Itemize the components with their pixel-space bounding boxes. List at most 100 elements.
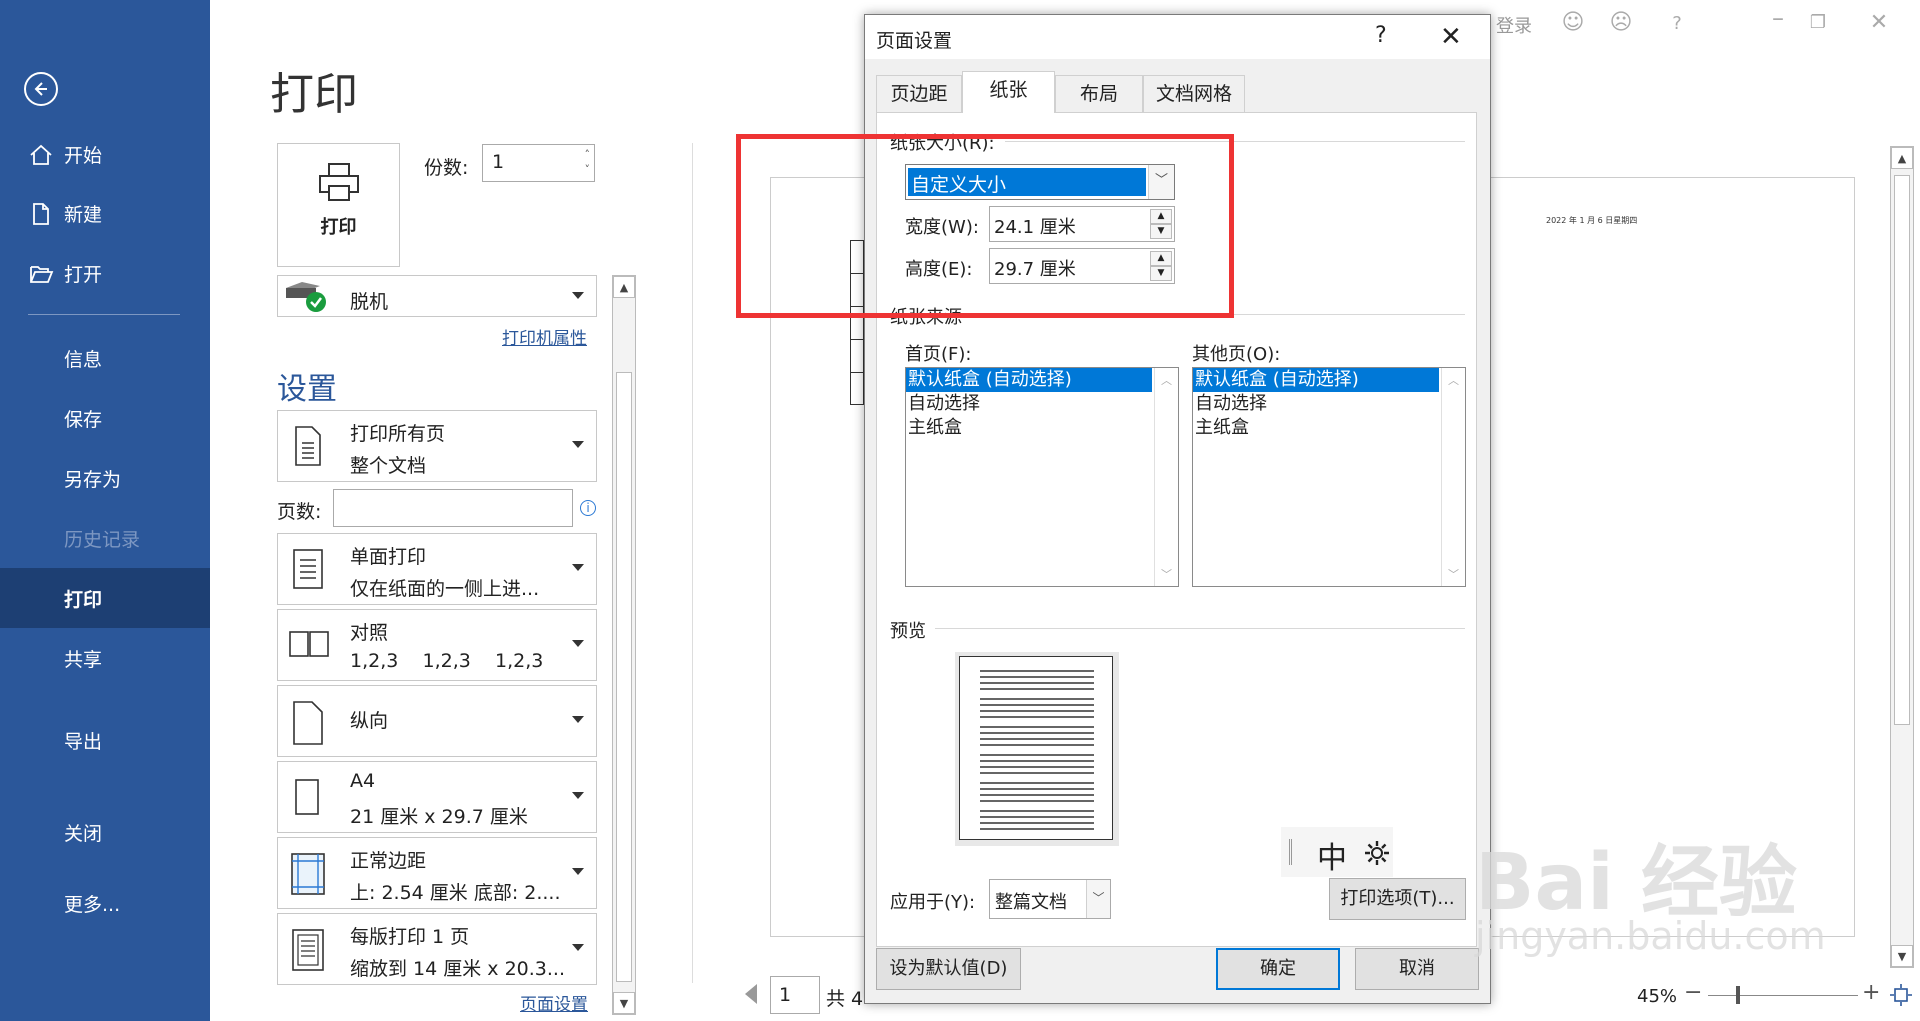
settings-scrollbar[interactable]: ▲ ▼ xyxy=(612,275,636,1015)
printer-select[interactable]: 脱机 xyxy=(277,275,597,317)
chevron-up-icon[interactable]: ︿ xyxy=(1161,372,1172,388)
spin-arrows-icon[interactable]: ▲ ▼ xyxy=(1150,209,1172,239)
other-pages-label: 其他页(O): xyxy=(1192,344,1281,365)
list-item[interactable]: 默认纸盒 (自动选择) xyxy=(906,368,1152,392)
restore-icon[interactable]: ❐ xyxy=(1805,12,1831,38)
close-window-icon[interactable]: ✕ xyxy=(1866,10,1892,36)
chevron-up-icon[interactable]: ︿ xyxy=(1448,372,1459,388)
nav-item-history: 历史记录 xyxy=(0,508,210,568)
scrollbar-thumb[interactable] xyxy=(1894,175,1910,725)
back-arrow-icon[interactable] xyxy=(24,72,58,106)
print-button[interactable]: 打印 xyxy=(277,143,400,267)
width-stepper[interactable]: 24.1 厘米 ▲ ▼ xyxy=(989,206,1175,242)
chevron-down-icon[interactable]: ﹀ xyxy=(1086,880,1110,918)
nav-item-more[interactable]: 更多... xyxy=(0,873,210,933)
ime-mode-toggle[interactable]: 中 xyxy=(1317,833,1347,877)
nav-item-close[interactable]: 关闭 xyxy=(0,802,210,862)
scrollbar-thumb[interactable] xyxy=(616,372,632,982)
apply-to-combo[interactable]: 整篇文档 ﹀ xyxy=(989,879,1111,919)
nav-item-info[interactable]: 信息 xyxy=(0,328,210,388)
dialog-titlebar[interactable]: 页面设置 ? ✕ xyxy=(865,15,1490,59)
setting-line1: 打印所有页 xyxy=(350,423,446,445)
previous-page-icon[interactable] xyxy=(745,984,757,1004)
page-number-input[interactable]: 1 xyxy=(770,976,820,1014)
collate-select[interactable]: 对照 1,2,3 1,2,3 1,2,3 xyxy=(277,609,597,681)
nav-item-open[interactable]: 打开 xyxy=(0,243,210,303)
zoom-in-icon[interactable]: + xyxy=(1862,980,1880,1005)
nav-item-home[interactable]: 开始 xyxy=(0,124,210,184)
scroll-down-icon[interactable]: ▼ xyxy=(613,992,635,1014)
scroll-up-icon[interactable]: ▲ xyxy=(1891,147,1913,169)
zoom-slider-track[interactable] xyxy=(1708,995,1858,996)
gear-icon[interactable] xyxy=(1363,839,1391,867)
list-item[interactable]: 默认纸盒 (自动选择) xyxy=(1193,368,1439,392)
print-range-select[interactable]: 打印所有页 整个文档 xyxy=(277,410,597,482)
duplex-select[interactable]: 单面打印 仅在纸面的一侧上进... xyxy=(277,533,597,605)
paper-size-label: 纸张大小(R): xyxy=(890,133,995,154)
nav-item-label: 开始 xyxy=(64,144,103,167)
list-item[interactable]: 自动选择 xyxy=(906,392,1178,416)
margins-icon xyxy=(291,853,325,895)
other-pages-tray-list[interactable]: 默认纸盒 (自动选择) 自动选择 主纸盒 ︿ ﹀ xyxy=(1192,367,1466,587)
minimize-icon[interactable]: – xyxy=(1765,4,1791,32)
frown-icon[interactable]: ☹ xyxy=(1608,10,1634,36)
fit-to-page-icon[interactable] xyxy=(1890,984,1912,1006)
nav-item-new[interactable]: 新建 xyxy=(0,183,210,243)
height-value: 29.7 厘米 xyxy=(994,259,1076,280)
nav-item-print[interactable]: 打印 xyxy=(0,568,210,628)
help-icon[interactable]: ? xyxy=(1664,13,1690,39)
scroll-up-icon[interactable]: ▲ xyxy=(613,276,635,298)
height-stepper[interactable]: 29.7 厘米 ▲ ▼ xyxy=(989,248,1175,284)
orientation-select[interactable]: 纵向 xyxy=(277,685,597,757)
close-icon[interactable]: ✕ xyxy=(1440,22,1462,52)
tab-paper[interactable]: 纸张 xyxy=(962,71,1055,113)
nav-item-share[interactable]: 共享 xyxy=(0,628,210,688)
tab-margins[interactable]: 页边距 xyxy=(876,75,962,113)
spin-arrows-icon[interactable]: ▲ ▼ xyxy=(1150,251,1172,281)
copies-spin-icon[interactable]: ˄ ˅ xyxy=(585,147,591,177)
help-icon[interactable]: ? xyxy=(1375,23,1387,48)
copies-stepper[interactable]: 1 ˄ ˅ xyxy=(482,144,595,182)
tab-doc-grid[interactable]: 文档网格 xyxy=(1143,75,1245,113)
cancel-button[interactable]: 取消 xyxy=(1355,948,1479,990)
chevron-down-icon[interactable]: ﹀ xyxy=(1148,165,1174,199)
page-setup-link[interactable]: 页面设置 xyxy=(520,990,588,1015)
zoom-level[interactable]: 45% xyxy=(1637,986,1677,1007)
setting-line2: 仅在纸面的一侧上进... xyxy=(350,578,540,600)
home-icon xyxy=(28,142,54,168)
chevron-down-icon[interactable]: ﹀ xyxy=(1161,566,1172,582)
list-scrollbar[interactable]: ︿ ﹀ xyxy=(1154,368,1178,586)
margins-select[interactable]: 正常边距 上: 2.54 厘米 底部: 2.... xyxy=(277,837,597,909)
list-item[interactable]: 主纸盒 xyxy=(906,416,1178,440)
zoom-slider-thumb[interactable] xyxy=(1736,986,1740,1004)
print-options-button[interactable]: 打印选项(T)... xyxy=(1329,878,1466,920)
pages-per-sheet-select[interactable]: 每版打印 1 页 缩放到 14 厘米 x 20.3... xyxy=(277,913,597,985)
pages-input[interactable] xyxy=(333,489,573,527)
height-label: 高度(E): xyxy=(905,259,973,280)
setting-line2: 缩放到 14 厘米 x 20.3... xyxy=(350,958,566,980)
list-item[interactable]: 自动选择 xyxy=(1193,392,1465,416)
list-item[interactable]: 主纸盒 xyxy=(1193,416,1465,440)
chevron-down-icon[interactable]: ﹀ xyxy=(1448,566,1459,582)
paper-size-combo[interactable]: 自定义大小 ﹀ xyxy=(905,164,1175,200)
ok-button[interactable]: 确定 xyxy=(1216,948,1340,990)
nav-item-save-as[interactable]: 另存为 xyxy=(0,448,210,508)
zoom-out-icon[interactable]: − xyxy=(1684,980,1702,1005)
new-document-icon xyxy=(28,201,54,227)
set-default-button[interactable]: 设为默认值(D) xyxy=(876,948,1021,990)
setting-line1: 对照 xyxy=(350,622,389,644)
printer-properties-link[interactable]: 打印机属性 xyxy=(502,324,587,349)
paper-size-select[interactable]: A4 21 厘米 x 29.7 厘米 xyxy=(277,761,597,833)
first-page-tray-list[interactable]: 默认纸盒 (自动选择) 自动选择 主纸盒 ︿ ﹀ xyxy=(905,367,1179,587)
list-scrollbar[interactable]: ︿ ﹀ xyxy=(1441,368,1465,586)
smile-icon[interactable]: ☺ xyxy=(1560,10,1586,36)
tab-layout[interactable]: 布局 xyxy=(1055,75,1143,113)
info-icon[interactable]: i xyxy=(580,500,596,516)
paper-source-label: 纸张来源 xyxy=(890,307,962,328)
nav-item-export[interactable]: 导出 xyxy=(0,710,210,770)
sign-in-link[interactable]: 登录 xyxy=(1496,12,1532,38)
copies-label: 份数: xyxy=(424,157,469,179)
chevron-down-icon xyxy=(572,564,584,571)
nav-item-save[interactable]: 保存 xyxy=(0,388,210,448)
drag-handle-icon[interactable] xyxy=(1289,839,1292,865)
